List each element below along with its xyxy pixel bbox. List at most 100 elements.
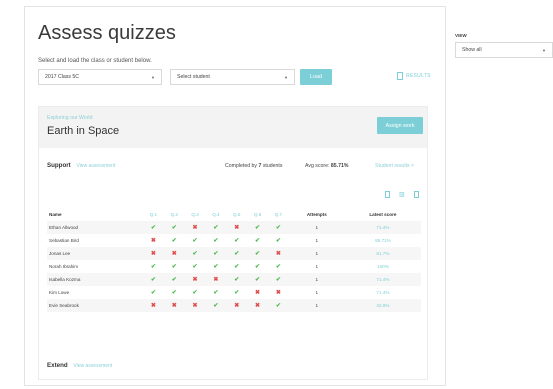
answer-cell: ✔: [143, 286, 164, 299]
question-column-header[interactable]: Q.6: [247, 207, 268, 221]
answer-cell: ✖: [184, 299, 206, 312]
answer-cell: ✔: [268, 260, 289, 273]
document-icon[interactable]: [385, 191, 390, 200]
assign-work-button[interactable]: Assign work: [377, 117, 423, 134]
check-icon: ✔: [192, 264, 198, 270]
name-column-header: Name: [49, 211, 62, 217]
answer-cell: ✖: [143, 234, 164, 247]
student-name: Kim Lowe: [49, 290, 70, 295]
question-column-header[interactable]: Q.1: [143, 207, 164, 221]
chevron-down-icon: ▼: [284, 75, 288, 80]
answer-cell: ✖: [163, 247, 185, 260]
question-column-header[interactable]: Q.5: [226, 207, 247, 221]
answer-cell: ✖: [267, 247, 289, 260]
answer-cell: ✖: [184, 221, 206, 234]
support-view-assessment-link[interactable]: View assessment: [76, 163, 115, 169]
check-icon: ✔: [275, 303, 281, 309]
view-select[interactable]: Show all ▼: [455, 42, 553, 58]
results-table: Name Q.1 Q.2 Q.3 Q.4 Q.5 Q.6 Q.7 Attempts Latest…: [47, 207, 421, 312]
answer-cell: ✔: [226, 273, 248, 286]
latest-score-cell[interactable]: 42.9%: [344, 299, 421, 312]
question-column-header[interactable]: Q.7: [268, 207, 289, 221]
results-link[interactable]: RESULTS: [397, 72, 431, 80]
extend-view-assessment-link[interactable]: View assessment: [73, 363, 112, 369]
answer-cell: ✔: [163, 221, 185, 234]
attempts-cell: 1: [315, 264, 319, 269]
cross-icon: ✖: [150, 238, 156, 244]
check-icon: ✔: [213, 225, 219, 231]
check-icon: ✔: [255, 225, 261, 231]
attempts-cell: 1: [288, 273, 345, 286]
check-icon: ✔: [192, 251, 198, 257]
student-select[interactable]: Select student ▼: [170, 69, 295, 85]
check-icon: ✔: [213, 303, 219, 309]
support-section: Support View assessment: [47, 162, 115, 169]
latest-score-cell[interactable]: 71.4%: [344, 273, 421, 286]
table-row[interactable]: Isabella Kozma ✔ ✔ ✖ ✖ ✔ ✔ ✔ 1 71.4%: [47, 273, 421, 286]
check-icon: ✔: [171, 264, 177, 270]
table-row[interactable]: Sebastian Bird ✖ ✔ ✔ ✔ ✔ ✔ ✔ 1 85.71%: [47, 234, 421, 247]
cross-icon: ✖: [192, 277, 198, 283]
cross-icon: ✖: [234, 225, 240, 231]
completed-suffix: students: [262, 163, 283, 169]
question-column-header[interactable]: Q.4: [205, 207, 226, 221]
answer-cell: ✔: [205, 234, 226, 247]
table-row[interactable]: Ethan Allwood ✔ ✔ ✖ ✔ ✖ ✔ ✔ 1 71.4%: [47, 221, 421, 234]
unit-title: Earth in Space: [47, 125, 120, 137]
answer-cell: ✖: [143, 299, 164, 312]
latest-score-cell[interactable]: 71.4%: [345, 286, 421, 299]
answer-cell: ✖: [205, 273, 227, 286]
answer-cell: ✔: [143, 221, 164, 234]
check-icon: ✔: [234, 290, 240, 296]
check-icon: ✔: [150, 277, 156, 283]
answer-cell: ✔: [185, 234, 206, 247]
answer-cell: ✔: [164, 234, 185, 247]
check-icon: ✔: [275, 238, 281, 244]
latest-score-cell[interactable]: 85.71%: [345, 234, 421, 247]
class-select[interactable]: 2017 Class 5C ▼: [38, 69, 162, 85]
answer-cell: ✖: [247, 286, 268, 299]
table-row[interactable]: Evie Seabrook ✖ ✖ ✖ ✔ ✖ ✖ ✔ 1 42.9%: [47, 299, 421, 312]
table-row[interactable]: Norah Ibrahim ✔ ✔ ✔ ✔ ✔ ✔ ✔ 1 100%: [47, 260, 421, 273]
load-button[interactable]: Load: [300, 69, 332, 85]
question-column-header[interactable]: Q.3: [185, 207, 206, 221]
answer-cell: ✔: [164, 286, 185, 299]
cross-icon: ✖: [171, 303, 177, 309]
check-icon: ✔: [171, 277, 177, 283]
answer-cell: ✔: [268, 234, 289, 247]
student-name: Norah Ibrahim: [49, 264, 79, 269]
student-select-value: Select student: [177, 74, 210, 80]
student-results-link[interactable]: Student results >: [375, 163, 414, 169]
student-name: Isabella Kozma: [47, 273, 143, 286]
attempts-cell: 1: [315, 290, 319, 295]
class-select-value: 2017 Class 5C: [45, 74, 80, 80]
download-icon[interactable]: [414, 191, 419, 200]
view-label: VIEW: [455, 33, 467, 38]
results-label: RESULTS: [406, 73, 431, 79]
check-icon: ✔: [171, 238, 177, 244]
answer-cell: ✔: [205, 221, 227, 234]
answer-cell: ✔: [267, 221, 289, 234]
attempts-column-header: Attempts: [306, 211, 327, 217]
answer-cell: ✔: [205, 247, 227, 260]
chevron-down-icon: ▼: [151, 75, 155, 80]
instructions: Select and load the class or student bel…: [38, 58, 152, 64]
table-row[interactable]: Kim Lowe ✔ ✔ ✔ ✔ ✔ ✖ ✖ 1 71.4%: [47, 286, 421, 299]
cross-icon: ✖: [275, 251, 281, 257]
check-icon: ✔: [192, 290, 198, 296]
check-icon: ✔: [255, 251, 261, 257]
answer-cell: ✔: [247, 260, 268, 273]
bar-chart-icon[interactable]: ▥: [399, 191, 405, 198]
attempts-cell: 1: [288, 247, 345, 260]
extend-section: Extend View assessment: [47, 362, 112, 369]
table-row[interactable]: Jonas Lee ✖ ✖ ✔ ✔ ✔ ✔ ✖ 1 81.7%: [47, 247, 421, 260]
latest-score-cell[interactable]: 71.4%: [344, 221, 421, 234]
attempts-cell: 1: [315, 238, 319, 243]
answer-cell: ✔: [164, 260, 185, 273]
latest-score-cell[interactable]: 81.7%: [344, 247, 421, 260]
question-column-header[interactable]: Q.2: [164, 207, 185, 221]
student-name: Evie Seabrook: [47, 299, 143, 312]
check-icon: ✔: [234, 251, 240, 257]
latest-score-cell[interactable]: 100%: [345, 260, 421, 273]
page-title: Assess quizzes: [38, 22, 176, 44]
